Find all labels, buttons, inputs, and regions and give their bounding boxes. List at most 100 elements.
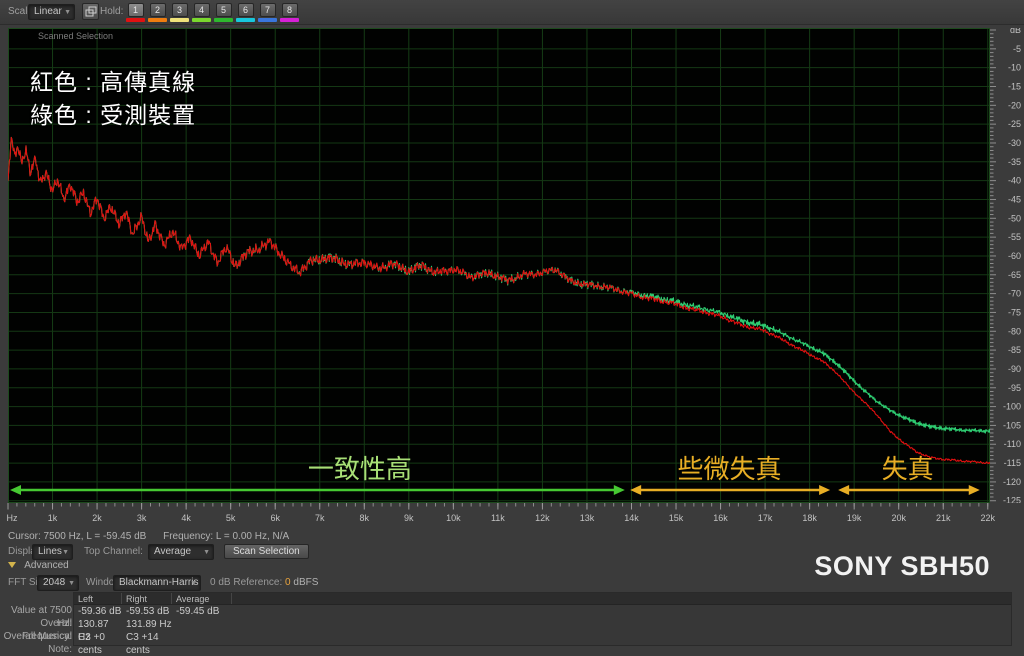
stats-header-left: Left [74, 593, 122, 604]
x-axis-tick-label: 18k [802, 513, 817, 523]
y-axis-tick-label: -25 [1008, 119, 1021, 129]
disclosure-triangle-icon [8, 562, 16, 569]
spectrum-plot[interactable]: 一致性高 些微失真 失真 Scanned Selection 紅色 : 高傳真線 綠… [8, 28, 990, 503]
note-right: C3 +14 cents [126, 632, 159, 656]
x-axis-tick-label: 17k [758, 513, 773, 523]
x-axis-tick-label: 12k [535, 513, 550, 523]
y-axis-tick-label: -40 [1008, 176, 1021, 186]
scan-selection-button[interactable]: Scan Selection [224, 544, 309, 559]
legend-red-line: 紅色 : 高傳真線 [30, 69, 197, 95]
fft-size-dropdown[interactable]: 2048 ▼ [37, 575, 79, 591]
cursor-readout: Cursor: 7500 Hz, L = -59.45 dB [8, 531, 147, 542]
stats-label-note: Overall Musical Note: [3, 631, 72, 655]
x-axis-tick-label: Hz [7, 513, 18, 523]
x-axis-tick-label: 8k [360, 513, 370, 523]
hold-color-swatch [170, 18, 189, 22]
y-axis-tick-label: -30 [1008, 138, 1021, 148]
series-red-curve [8, 136, 990, 465]
hold-cell: 7 [258, 3, 277, 22]
legend: 紅色 : 高傳真線 綠色 : 受測裝置 [30, 66, 196, 132]
x-axis-tick-label: 10k [446, 513, 461, 523]
hold-cell: 2 [148, 3, 167, 22]
stats-row-labels: Value at 7500 Hz: Overall Frequency: Ove… [0, 592, 72, 655]
hold-buttons: 12345678 [126, 3, 299, 22]
fft-size-dropdown-value: 2048 [43, 577, 66, 588]
y-axis-tick-label: -110 [1004, 439, 1021, 449]
window-dropdown[interactable]: Blackmann-Harris ▼ [113, 575, 201, 591]
stats-label-value: Value at 7500 Hz: [11, 605, 72, 629]
detach-panel-button[interactable] [82, 3, 99, 20]
hold-color-swatch [258, 18, 277, 22]
top-channel-row: Top Channel: [84, 546, 143, 557]
top-channel-dropdown-value: Average [154, 546, 192, 557]
x-axis-tick-label: 5k [226, 513, 236, 523]
x-axis-tick-label: 6k [270, 513, 280, 523]
x-axis-tick-label: 11k [491, 513, 505, 523]
y-axis-tick-label: -115 [1004, 458, 1021, 468]
db-ruler[interactable]: dB -5 -10 -15 -20 -25 -30 -35 -40 -45 -50 -55 -60 -65… [990, 25, 1024, 506]
hold-button-4[interactable]: 4 [193, 3, 210, 17]
hold-button-8[interactable]: 8 [281, 3, 298, 17]
freq-left: 130.87 Hz [78, 619, 109, 643]
y-axis-tick-label: -20 [1008, 100, 1021, 110]
value-average: -59.45 dB [176, 606, 220, 617]
reference-unit: dBFS [293, 577, 319, 588]
x-axis-tick-label: 1k [48, 513, 58, 523]
device-name: SONY SBH50 [814, 551, 990, 581]
y-axis-tick-label: -60 [1008, 251, 1021, 261]
arrow-left-head-icon [838, 485, 850, 495]
reference-value: 0 [285, 577, 291, 588]
frequency-ruler[interactable]: Hz 1k 2k 3k 4k 5k 6k 7k 8k 9k 10k 11k 12k 13k 14k 15k 16… [0, 503, 1024, 528]
hold-button-1[interactable]: 1 [127, 3, 144, 17]
x-axis-tick-label: 3k [137, 513, 147, 523]
note-left: C3 +0 cents [78, 632, 105, 656]
scale-dropdown[interactable]: Linear ▼ [28, 4, 75, 20]
top-channel-dropdown[interactable]: Average ▼ [148, 544, 214, 560]
y-axis-tick-label: -85 [1008, 345, 1021, 355]
x-axis-tick-label: 22k [981, 513, 996, 523]
y-axis-tick-label: -120 [1003, 477, 1021, 487]
hold-button-5[interactable]: 5 [215, 3, 232, 17]
x-axis-tick-label: 4k [181, 513, 191, 523]
freq-average [172, 618, 232, 631]
x-axis-tick-label: 20k [891, 513, 906, 523]
y-axis-tick-label: -90 [1008, 364, 1021, 374]
x-axis-tick-label: 15k [669, 513, 684, 523]
hold-color-swatch [192, 18, 211, 22]
y-axis-tick-label: -50 [1008, 213, 1021, 223]
chevron-down-icon: ▼ [68, 580, 75, 587]
hold-color-swatch [236, 18, 255, 22]
hold-button-3[interactable]: 3 [171, 3, 188, 17]
table-row: C3 +0 cents C3 +14 cents [74, 631, 1011, 656]
legend-green-line: 綠色 : 受測裝置 [30, 102, 197, 128]
chevron-down-icon: ▼ [190, 580, 197, 587]
note-average [172, 631, 232, 644]
hold-button-7[interactable]: 7 [259, 3, 276, 17]
x-axis-tick-label: 13k [580, 513, 595, 523]
region-label: 些微失真 [677, 454, 781, 484]
scale-dropdown-value: Linear [34, 6, 62, 17]
advanced-disclosure[interactable]: Advanced [8, 560, 69, 571]
toolbar: Scale: Linear ▼ Hold: 12345678 [0, 0, 1024, 25]
y-axis-tick-label: -5 [1013, 44, 1021, 54]
y-axis-tick-label: -45 [1008, 194, 1021, 204]
y-axis-tick-label: -65 [1008, 270, 1021, 280]
reference-label: 0 dB Reference: [210, 577, 283, 588]
arrow-right-head-icon [968, 485, 980, 495]
y-axis-tick-label: -95 [1008, 383, 1021, 393]
region-label: 失真 [882, 454, 934, 484]
table-row: 130.87 Hz 131.89 Hz [74, 618, 1011, 643]
window-dropdown-value: Blackmann-Harris [119, 577, 199, 588]
frequency-analysis-window: Scale: Linear ▼ Hold: 12345678 一致性高 些微失真 失… [0, 0, 1024, 656]
arrow-right-head-icon [819, 485, 831, 495]
overlapping-frames-icon [85, 6, 97, 17]
hold-button-2[interactable]: 2 [149, 3, 166, 17]
y-axis-tick-label: -80 [1008, 326, 1021, 336]
hold-button-6[interactable]: 6 [237, 3, 254, 17]
hold-color-swatch [214, 18, 233, 22]
arrow-right-head-icon [613, 485, 625, 495]
y-axis-tick-label: -55 [1008, 232, 1021, 242]
table-row: -59.36 dB -59.53 dB -59.45 dB [74, 605, 1011, 618]
display-dropdown[interactable]: Lines ▼ [32, 544, 73, 560]
arrow-left-head-icon [10, 485, 21, 495]
